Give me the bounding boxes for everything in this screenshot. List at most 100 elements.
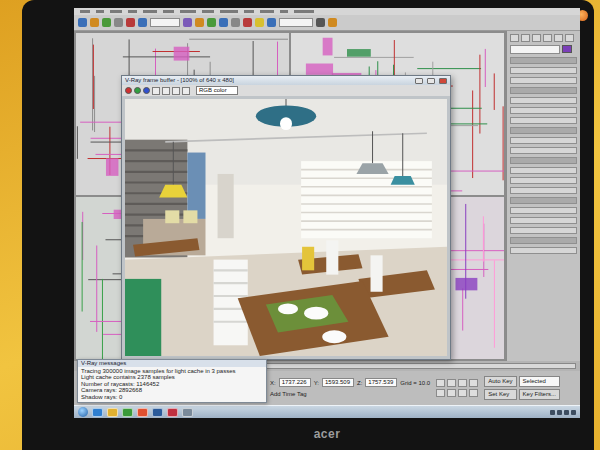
panel-button[interactable] xyxy=(510,247,577,254)
tray-icon[interactable] xyxy=(557,410,562,415)
menu-item[interactable] xyxy=(143,10,157,13)
panel-button[interactable] xyxy=(510,77,577,84)
tool-icon[interactable] xyxy=(183,18,192,27)
panel-tab[interactable] xyxy=(565,34,574,42)
playback-button[interactable] xyxy=(447,379,456,387)
close-icon[interactable] xyxy=(439,78,447,84)
tool-icon[interactable] xyxy=(138,18,147,27)
alpha-channel-icon[interactable] xyxy=(152,87,160,95)
green-channel-icon[interactable] xyxy=(134,87,141,94)
coordinate-field[interactable]: 1593.509 xyxy=(322,378,354,387)
panel-button[interactable] xyxy=(510,167,577,174)
menu-item[interactable] xyxy=(294,10,314,13)
menu-item[interactable] xyxy=(180,10,196,13)
tool-icon[interactable] xyxy=(207,18,216,27)
panel-tab[interactable] xyxy=(554,34,563,42)
panel-button[interactable] xyxy=(510,177,577,184)
panel-button[interactable] xyxy=(510,197,577,204)
red-channel-icon[interactable] xyxy=(125,87,132,94)
app-icon[interactable] xyxy=(152,408,163,417)
clear-icon[interactable] xyxy=(182,87,190,95)
menu-item[interactable] xyxy=(202,10,214,13)
tray-icon[interactable] xyxy=(564,410,569,415)
key-filters-button[interactable]: Key Filters... xyxy=(519,389,560,400)
minimize-icon[interactable] xyxy=(415,78,423,84)
panel-button[interactable] xyxy=(510,107,577,114)
tool-icon[interactable] xyxy=(219,18,228,27)
menu-item[interactable] xyxy=(110,10,122,13)
maximize-icon[interactable] xyxy=(427,78,435,84)
panel-tab[interactable] xyxy=(543,34,552,42)
panel-button[interactable] xyxy=(510,217,577,224)
selection-filter[interactable] xyxy=(150,18,180,27)
coordinate-field[interactable]: 1757.539 xyxy=(365,378,397,387)
set-key-button[interactable]: Set Key xyxy=(484,389,516,400)
save-icon[interactable] xyxy=(172,87,180,95)
playback-button[interactable] xyxy=(447,389,456,397)
menu-item[interactable] xyxy=(260,10,274,13)
playback-button[interactable] xyxy=(436,379,445,387)
playback-button[interactable] xyxy=(436,389,445,397)
frame-buffer-window[interactable]: V-Ray frame buffer - [100% of 640 x 480]… xyxy=(121,75,451,360)
app-icon[interactable] xyxy=(167,408,178,417)
key-mode-select[interactable]: Selected xyxy=(519,376,560,387)
start-icon[interactable] xyxy=(78,407,88,417)
tool-icon[interactable] xyxy=(255,18,264,27)
app-icon[interactable] xyxy=(137,408,148,417)
messages-window[interactable]: V-Ray messagesTracing 300000 image sampl… xyxy=(77,359,267,404)
panel-tab[interactable] xyxy=(532,34,541,42)
object-name-field[interactable] xyxy=(510,45,560,54)
coordinate-field[interactable]: 1737.226 xyxy=(279,378,311,387)
teapot-icon[interactable] xyxy=(328,18,337,27)
menu-item[interactable] xyxy=(96,10,104,13)
panel-button[interactable] xyxy=(510,67,577,74)
panel-button[interactable] xyxy=(510,207,577,214)
tool-icon[interactable] xyxy=(267,18,276,27)
panel-button[interactable] xyxy=(510,57,577,64)
panel-button[interactable] xyxy=(510,87,577,94)
add-time-tag[interactable]: Add Time Tag xyxy=(270,390,307,398)
panel-button[interactable] xyxy=(510,97,577,104)
playback-button[interactable] xyxy=(469,379,478,387)
menu-item[interactable] xyxy=(128,10,137,13)
tool-icon[interactable] xyxy=(126,18,135,27)
tool-icon[interactable] xyxy=(90,18,99,27)
app-icon[interactable] xyxy=(182,408,193,417)
tool-icon[interactable] xyxy=(231,18,240,27)
menu-item[interactable] xyxy=(220,10,238,13)
tool-icon[interactable] xyxy=(195,18,204,27)
panel-button[interactable] xyxy=(510,127,577,134)
tool-icon[interactable] xyxy=(102,18,111,27)
panel-button[interactable] xyxy=(510,237,577,244)
auto-key-button[interactable]: Auto Key xyxy=(484,376,516,387)
panel-button[interactable] xyxy=(510,157,577,164)
playback-button[interactable] xyxy=(458,379,467,387)
channel-select[interactable]: RGB color xyxy=(196,86,238,95)
panel-tab[interactable] xyxy=(521,34,530,42)
panel-button[interactable] xyxy=(510,147,577,154)
panel-tab[interactable] xyxy=(510,34,519,42)
panel-button[interactable] xyxy=(510,227,577,234)
menu-item[interactable] xyxy=(244,10,254,13)
tray-icon[interactable] xyxy=(571,410,576,415)
object-color[interactable] xyxy=(562,45,572,53)
panel-button[interactable] xyxy=(510,117,577,124)
blue-channel-icon[interactable] xyxy=(143,87,150,94)
panel-button[interactable] xyxy=(510,137,577,144)
tool-icon[interactable] xyxy=(114,18,123,27)
mono-icon[interactable] xyxy=(162,87,170,95)
named-selection[interactable] xyxy=(279,18,313,27)
playback-button[interactable] xyxy=(458,389,467,397)
playback-button[interactable] xyxy=(469,389,478,397)
render-icon[interactable] xyxy=(316,18,325,27)
app-icon[interactable] xyxy=(92,408,103,417)
tool-icon[interactable] xyxy=(78,18,87,27)
panel-button[interactable] xyxy=(510,187,577,194)
app-icon[interactable] xyxy=(122,408,133,417)
menu-item[interactable] xyxy=(163,10,174,13)
tool-icon[interactable] xyxy=(243,18,252,27)
menu-item[interactable] xyxy=(80,10,90,13)
menu-item[interactable] xyxy=(280,10,288,13)
tray-icon[interactable] xyxy=(550,410,555,415)
frame-buffer-title-bar[interactable]: V-Ray frame buffer - [100% of 640 x 480] xyxy=(122,76,450,85)
